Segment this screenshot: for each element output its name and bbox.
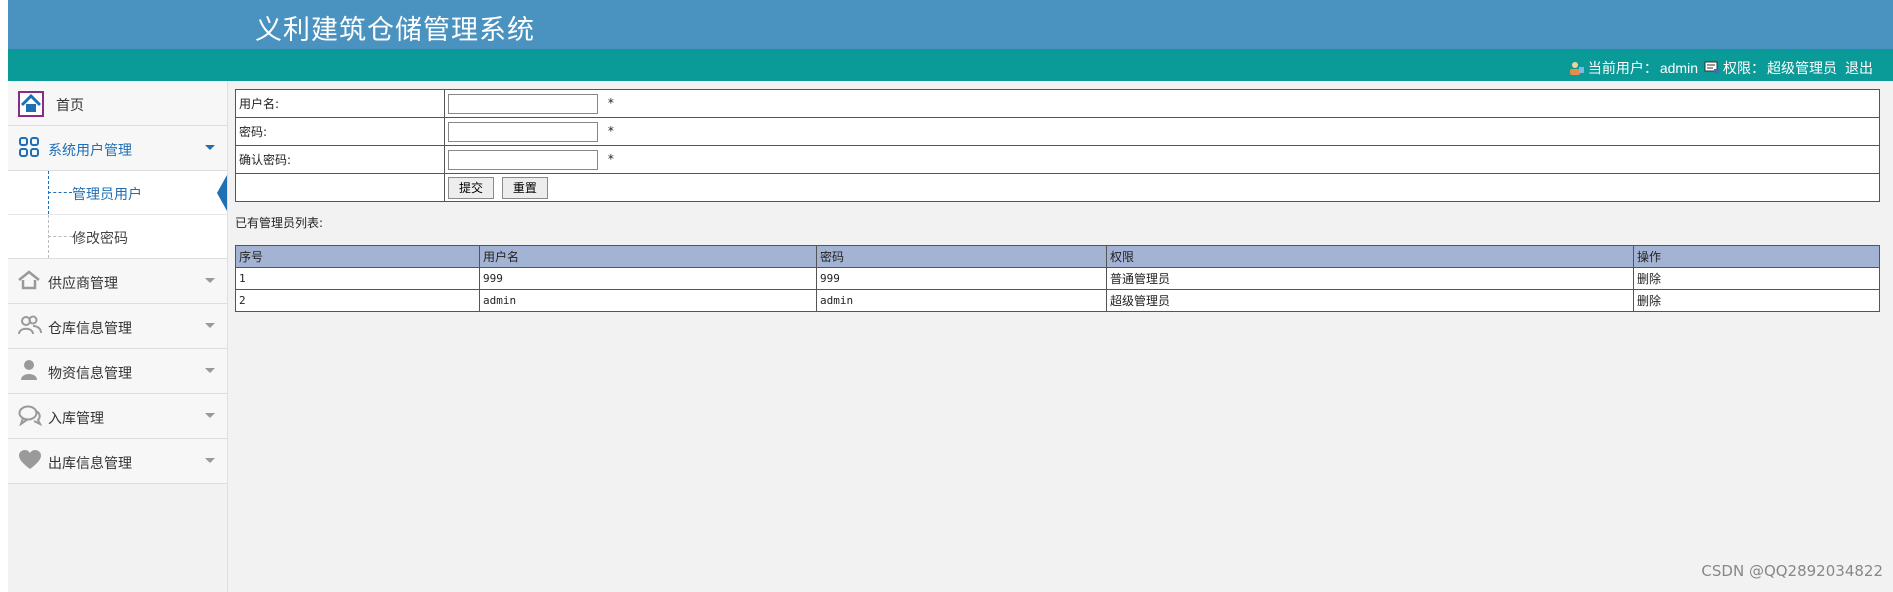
tree-line [48, 236, 72, 237]
column-header: 操作 [1633, 245, 1880, 268]
table-cell: admin [816, 289, 1107, 312]
role-icon [1704, 61, 1720, 75]
table-header-row: 序号 用户名 密码 权限 操作 [235, 245, 1880, 268]
add-admin-form: 用户名: * 密码: * 确认密码: * 提交 重置 [235, 89, 1880, 202]
sidebar-item-label: 仓库信息管理 [48, 320, 132, 336]
username-input[interactable] [448, 93, 598, 114]
column-header: 密码 [816, 245, 1107, 268]
table-row: 1 999 999 普通管理员 删除 [235, 267, 1880, 290]
home-icon [18, 91, 44, 117]
chevron-down-icon [205, 368, 215, 373]
logout-link[interactable]: 退出 [1845, 58, 1873, 78]
sidebar-subitem-label: 管理员用户 [72, 186, 142, 202]
user-bar: 当前用户： admin 权限： 超级管理员 退出 [8, 49, 1893, 81]
tree-line [48, 192, 72, 193]
table-cell: 2 [235, 289, 480, 312]
heart-icon [18, 449, 42, 473]
sidebar-subitem-admin-users[interactable]: 管理员用户 [8, 171, 227, 215]
sidebar-item-inbound[interactable]: 入库管理 [8, 394, 227, 439]
confirm-password-input[interactable] [448, 149, 598, 170]
chevron-down-icon [205, 145, 215, 150]
active-pointer-icon [217, 175, 227, 211]
form-cell: * [444, 145, 1880, 174]
delete-link[interactable]: 删除 [1633, 289, 1880, 312]
current-user: admin [1659, 60, 1698, 76]
delete-link[interactable]: 删除 [1633, 267, 1880, 290]
table-cell: 普通管理员 [1106, 267, 1634, 290]
sidebar-item-label: 系统用户管理 [48, 142, 132, 158]
sidebar-item-home[interactable]: 首页 [8, 81, 227, 126]
table-cell: admin [479, 289, 817, 312]
column-header: 权限 [1106, 245, 1634, 268]
form-row-password: 密码: * [235, 117, 1880, 146]
sidebar-item-label: 出库信息管理 [48, 455, 132, 471]
app-header: 义利建筑仓储管理系统 [8, 0, 1893, 49]
form-row-actions: 提交 重置 [235, 173, 1880, 202]
sidebar: 首页 系统用户管理 管理员用户 修改密码 供应商管理 仓库信息管理 物资信息管理… [8, 81, 228, 592]
person-icon [18, 359, 42, 383]
sidebar-subitem-label: 修改密码 [72, 230, 128, 246]
system-users-submenu: 管理员用户 修改密码 [8, 171, 227, 259]
password-input[interactable] [448, 121, 598, 142]
username-label: 用户名: [235, 89, 445, 118]
reset-button[interactable]: 重置 [501, 176, 548, 199]
chevron-down-icon [205, 458, 215, 463]
main-content: 用户名: * 密码: * 确认密码: * 提交 重置 已有管理员列表: 序号 用… [235, 89, 1880, 312]
column-header: 用户名 [479, 245, 817, 268]
required-mark: * [607, 96, 614, 110]
sidebar-item-label: 首页 [56, 97, 84, 113]
table-row: 2 admin admin 超级管理员 删除 [235, 289, 1880, 312]
required-mark: * [607, 152, 614, 166]
sidebar-item-supplier[interactable]: 供应商管理 [8, 259, 227, 304]
sidebar-item-label: 入库管理 [48, 410, 104, 426]
table-cell: 超级管理员 [1106, 289, 1634, 312]
table-cell: 999 [479, 267, 817, 290]
form-cell: 提交 重置 [444, 173, 1880, 202]
form-row-confirm: 确认密码: * [235, 145, 1880, 174]
form-cell [235, 173, 445, 202]
sidebar-subitem-change-password[interactable]: 修改密码 [8, 215, 227, 258]
app-title: 义利建筑仓储管理系统 [255, 15, 535, 46]
chevron-down-icon [205, 413, 215, 418]
chevron-down-icon [205, 323, 215, 328]
admin-list-title: 已有管理员列表: [235, 216, 324, 230]
form-cell: * [444, 89, 1880, 118]
role-label: 权限： [1723, 60, 1765, 76]
submit-button[interactable]: 提交 [448, 176, 495, 199]
chat-icon [18, 404, 43, 428]
confirm-password-label: 确认密码: [235, 145, 445, 174]
sidebar-item-label: 物资信息管理 [48, 365, 132, 381]
password-label: 密码: [235, 117, 445, 146]
current-user-label: 当前用户： [1587, 60, 1658, 76]
form-row-username: 用户名: * [235, 89, 1880, 118]
table-cell: 1 [235, 267, 480, 290]
sidebar-item-materials[interactable]: 物资信息管理 [8, 349, 227, 394]
user-info: 当前用户： admin 权限： 超级管理员 退出 [1569, 58, 1873, 78]
user-icon [1569, 61, 1585, 75]
form-cell: * [444, 117, 1880, 146]
left-edge [0, 0, 8, 592]
grid-icon [18, 136, 42, 160]
house-icon [18, 269, 42, 293]
watermark: CSDN @QQ2892034822 [1701, 562, 1883, 580]
role-value: 超级管理员 [1767, 60, 1837, 76]
users-icon [18, 314, 42, 338]
admin-list-table: 序号 用户名 密码 权限 操作 1 999 999 普通管理员 删除 2 adm… [235, 245, 1880, 312]
table-cell: 999 [816, 267, 1107, 290]
sidebar-item-outbound[interactable]: 出库信息管理 [8, 439, 227, 484]
sidebar-item-label: 供应商管理 [48, 275, 118, 291]
sidebar-item-system-users[interactable]: 系统用户管理 [8, 126, 227, 171]
chevron-down-icon [205, 278, 215, 283]
column-header: 序号 [235, 245, 480, 268]
required-mark: * [607, 124, 614, 138]
sidebar-item-warehouse[interactable]: 仓库信息管理 [8, 304, 227, 349]
